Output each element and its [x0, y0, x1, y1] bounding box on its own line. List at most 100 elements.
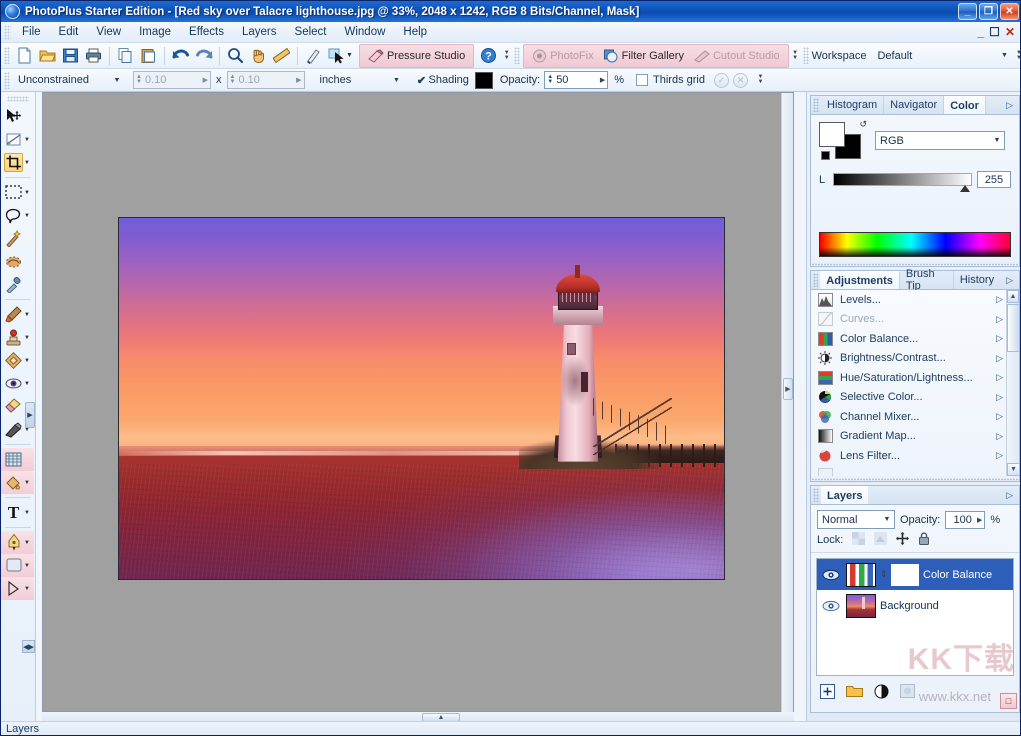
options-overflow-chevron-icon[interactable]: ▼▼	[756, 75, 765, 85]
lock-pixels-icon[interactable]	[874, 532, 887, 548]
magic-wand-tool[interactable]	[1, 227, 34, 250]
adjustments-scroll-thumb[interactable]	[1007, 304, 1019, 352]
adjustment-lens-filter-arrow-icon[interactable]: ▷	[996, 450, 1003, 461]
layers-panel-restore-button[interactable]: □	[1000, 693, 1017, 709]
adjustments-panel-grip[interactable]	[813, 273, 818, 287]
menu-select[interactable]: Select	[286, 23, 336, 41]
copy-icon[interactable]	[114, 45, 137, 67]
paintbrush-tool[interactable]: ▼	[1, 303, 34, 326]
shape-tool[interactable]: ▼	[1, 554, 34, 577]
adjustment-gradient-map[interactable]: Gradient Map... ▷	[811, 427, 1019, 447]
adjustment-color-balance[interactable]: Color Balance... ▷	[811, 329, 1019, 349]
canvas-background[interactable]: ▶	[42, 92, 794, 712]
adjustment-channel-mixer-arrow-icon[interactable]: ▷	[996, 411, 1003, 422]
new-document-icon[interactable]	[13, 45, 36, 67]
layer-row-color-balance[interactable]: ⇕ Color Balance	[817, 559, 1013, 590]
lasso-select-tool[interactable]: ▼	[1, 204, 34, 227]
crop-resize-tool[interactable]: ▼	[1, 128, 34, 151]
pan-hand-icon[interactable]	[247, 45, 270, 67]
add-layer-button[interactable]	[820, 683, 835, 699]
blend-mode-select[interactable]: Normal ▼	[817, 510, 895, 529]
adjustment-brightness-contrast-arrow-icon[interactable]: ▷	[996, 353, 1003, 364]
adjustment-curves-arrow-icon[interactable]: ▷	[996, 314, 1003, 325]
flood-fill-tool[interactable]: ▼	[1, 471, 34, 494]
shape-tool-chevron-down-icon[interactable]: ▼	[24, 563, 30, 569]
move-tool[interactable]	[1, 105, 34, 128]
smudge-tool-chevron-down-icon[interactable]: ▼	[24, 358, 30, 364]
paintbrush-tool-chevron-down-icon[interactable]: ▼	[24, 312, 30, 318]
straighten-tool-chevron-down-icon[interactable]: ▼	[24, 137, 30, 143]
color-spectrum-strip[interactable]	[819, 232, 1011, 257]
add-mask-button[interactable]	[900, 683, 915, 699]
menu-window[interactable]: Window	[336, 23, 395, 41]
flood-fill-chevron-down-icon[interactable]: ▼	[24, 480, 30, 486]
layer-opacity-flyout-icon[interactable]: ▶	[977, 516, 982, 524]
minimize-button[interactable]: _	[958, 3, 977, 20]
text-tool-chevron-down-icon[interactable]: ▼	[24, 510, 30, 516]
tab-layers[interactable]: Layers	[821, 486, 868, 504]
quick-fix-icon[interactable]	[302, 45, 325, 67]
adjustments-scroll-down-button[interactable]: ▼	[1007, 463, 1019, 476]
undo-icon[interactable]	[169, 45, 192, 67]
color-mode-chevron-down-icon[interactable]: ▼	[990, 133, 1004, 149]
constraint-select[interactable]: Unconstrained ▼	[13, 71, 125, 89]
smudge-tool[interactable]: ▼	[1, 349, 34, 372]
opacity-stepper-icon[interactable]: ▲▼	[547, 75, 553, 85]
maximize-button[interactable]: ❐	[979, 3, 998, 20]
adjustment-levels-arrow-icon[interactable]: ▷	[996, 294, 1003, 305]
menu-file[interactable]: File	[13, 23, 50, 41]
adjustment-lens-filter[interactable]: Lens Filter... ▷	[811, 446, 1019, 466]
pattern-fill-tool[interactable]	[1, 448, 34, 471]
layer-mask-thumbnail[interactable]	[891, 564, 919, 586]
crop-width-stepper-icon[interactable]: ▲▼	[136, 75, 142, 85]
mdi-minimize-button[interactable]: _	[977, 26, 984, 38]
lock-all-icon[interactable]	[918, 532, 930, 548]
layer-group-button[interactable]	[846, 683, 863, 699]
mdi-close-button[interactable]: ✕	[1005, 26, 1015, 38]
adjustment-brightness-contrast[interactable]: Brightness/Contrast... ▷	[811, 349, 1019, 369]
layer-thumbnail-background[interactable]	[846, 594, 876, 618]
tab-adjustments[interactable]: Adjustments	[820, 271, 900, 289]
luminance-value[interactable]: 255	[977, 171, 1011, 188]
apply-crop-button[interactable]: ✓	[714, 73, 729, 88]
tools-palette-expander[interactable]: ▶	[25, 402, 35, 428]
node-edit-chevron-down-icon[interactable]: ▼	[24, 586, 30, 592]
crop-height-stepper-icon[interactable]: ▲▼	[230, 75, 236, 85]
add-adjustment-button[interactable]	[874, 683, 889, 699]
color-mode-select[interactable]: RGB ▼	[875, 131, 1005, 150]
paste-icon[interactable]	[137, 45, 160, 67]
studio-toolbar-grip[interactable]	[514, 47, 520, 64]
units-chevron-down-icon[interactable]: ▼	[390, 72, 404, 88]
adjustment-partial-row[interactable]	[811, 466, 1019, 477]
adjustment-channel-mixer[interactable]: Channel Mixer... ▷	[811, 407, 1019, 427]
open-document-icon[interactable]	[36, 45, 59, 67]
red-eye-tool-chevron-down-icon[interactable]: ▼	[24, 381, 30, 387]
adjustments-scroll-up-button[interactable]: ▲	[1007, 290, 1019, 303]
color-picker-tool[interactable]	[1, 273, 34, 296]
workspace-overflow-chevron-icon[interactable]: ▼▼	[1014, 51, 1021, 61]
adjustment-levels[interactable]: Levels... ▷	[811, 290, 1019, 310]
studios-overflow-chevron-icon[interactable]: ▼▼	[791, 51, 800, 61]
color-panel-resize-grip[interactable]	[811, 261, 1019, 267]
red-eye-tool[interactable]: ▼	[1, 372, 34, 395]
tab-brush-tip[interactable]: Brush Tip	[900, 271, 954, 289]
document-vertical-scroll-thumb[interactable]: ▶	[783, 378, 793, 400]
adjustment-selective-color[interactable]: Selective Color... ▷	[811, 388, 1019, 408]
menu-image[interactable]: Image	[130, 23, 180, 41]
crop-tool[interactable]: ▼	[1, 151, 34, 174]
menubar-grip[interactable]	[4, 25, 11, 40]
save-document-icon[interactable]	[59, 45, 82, 67]
document-vertical-scrollbar[interactable]: ▶	[781, 93, 793, 713]
foreground-color-swatch[interactable]	[819, 122, 845, 147]
adjustments-panel-resize-grip[interactable]	[811, 476, 1019, 482]
opacity-flyout-icon[interactable]: ▶	[600, 76, 605, 84]
pen-tool[interactable]: ▼	[1, 531, 34, 554]
shading-checkbox[interactable]: ✔	[415, 74, 429, 87]
luminance-slider-track[interactable]	[833, 173, 972, 186]
help-icon[interactable]: ?	[477, 45, 500, 67]
image-canvas[interactable]	[118, 217, 725, 580]
layer-mask-link-icon[interactable]: ⇕	[880, 569, 887, 580]
crop-tool-chevron-down-icon[interactable]: ▼	[24, 160, 30, 166]
adjustments-scrollbar[interactable]: ▲ ▼	[1006, 290, 1019, 476]
rectangle-select-chevron-down-icon[interactable]: ▼	[24, 190, 30, 196]
